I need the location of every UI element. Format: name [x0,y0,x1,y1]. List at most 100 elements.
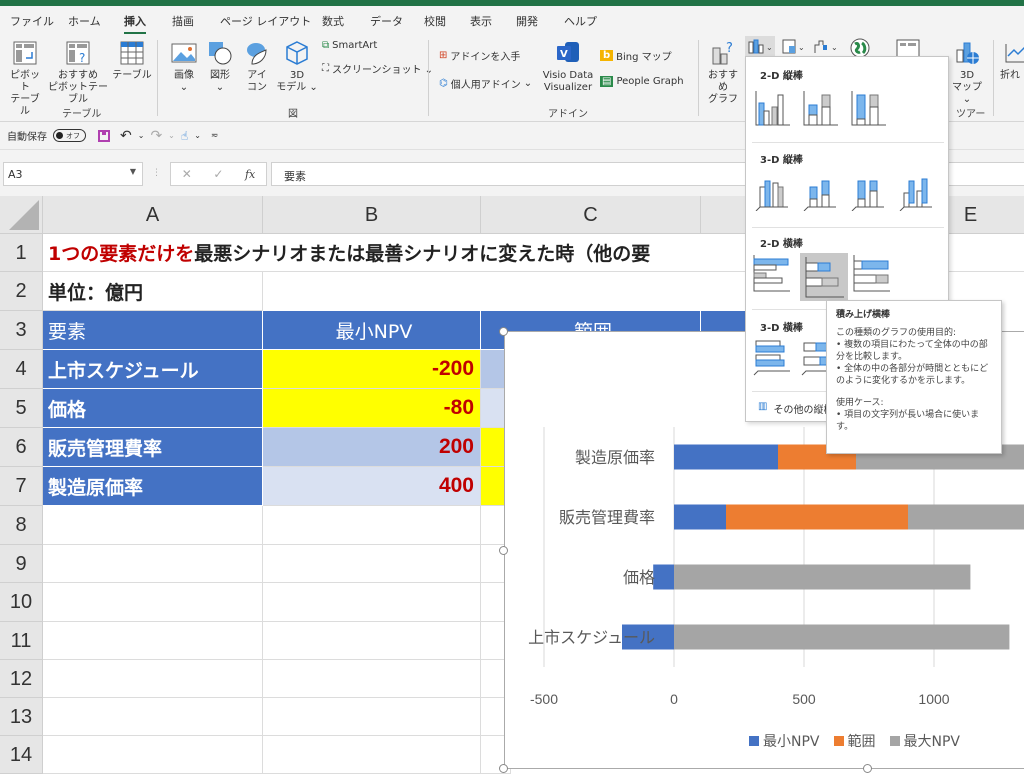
factor-cell[interactable]: 販売管理費率 [43,428,263,467]
row-header-12[interactable]: 12 [0,660,43,698]
min-npv-cell[interactable]: 400 [263,467,481,506]
empty-cell[interactable] [43,660,263,698]
3d-column-option[interactable] [896,171,936,212]
save-icon[interactable] [98,129,110,142]
line-sparkline-button[interactable]: 折れ [1000,40,1024,82]
image-button[interactable]: 画像 ⌄ [168,40,200,94]
min-npv-cell[interactable]: -200 [263,350,481,389]
chevron-down-icon[interactable]: ▼ [130,167,136,176]
empty-cell[interactable] [43,506,263,545]
tab-7[interactable]: 校閲 [424,13,446,29]
chart-resize-handle[interactable] [499,546,508,555]
empty-cell[interactable] [263,545,481,583]
row-header-4[interactable]: 4 [0,350,43,389]
tab-0[interactable]: ファイル [10,13,54,29]
cell-B3[interactable]: 最小NPV [263,311,481,350]
visio-button[interactable]: V Visio Data Visualizer [540,40,596,94]
my-addins-button[interactable]: ⌬ 個人用アドイン ⌄ [439,76,532,91]
3d-stacked-column-option[interactable] [800,171,840,212]
smartart-button[interactable]: ⧉ SmartArt [322,40,377,51]
pivot-table-button[interactable]: ピボット テーブル [6,40,44,118]
clustered-bar-option[interactable] [752,253,792,293]
customize-qat-icon[interactable]: ≂ [211,131,219,141]
factor-cell[interactable]: 価格 [43,389,263,428]
tab-8[interactable]: 表示 [470,13,492,29]
waterfall-chart-button[interactable]: ⌄ [812,36,840,56]
row-header-7[interactable]: 7 [0,467,43,506]
row-header-5[interactable]: 5 [0,389,43,428]
3d-models-button[interactable]: 3D モデル ⌄ [276,40,318,94]
empty-cell[interactable] [263,660,481,698]
row-header-3[interactable]: 3 [0,311,43,350]
empty-cell[interactable] [43,545,263,583]
formula-bar-grip-icon[interactable]: ⋮ [152,168,161,178]
100-stacked-bar-option[interactable] [852,253,892,293]
tab-4[interactable]: ページ レイアウト [220,13,311,29]
factor-cell[interactable]: 製造原価率 [43,467,263,506]
stacked-column-option[interactable] [800,87,840,127]
tab-9[interactable]: 開発 [516,13,538,29]
row-header-13[interactable]: 13 [0,698,43,736]
chart-resize-handle[interactable] [499,327,508,336]
tab-1[interactable]: ホーム [68,13,101,29]
factor-cell[interactable]: 上市スケジュール [43,350,263,389]
cell-A3[interactable]: 要素 [43,311,263,350]
column-header-A[interactable]: A [43,196,263,234]
empty-cell[interactable] [43,698,263,736]
tab-6[interactable]: データ [370,13,403,29]
screenshot-button[interactable]: ⛶ スクリーンショット ⌄ [322,61,433,76]
select-all-button[interactable] [0,196,43,234]
min-npv-cell[interactable]: 200 [263,428,481,467]
table-button[interactable]: テーブル [112,40,152,82]
chart-resize-handle[interactable] [863,764,872,773]
bing-maps-button[interactable]: b Bing マップ [600,48,672,63]
tab-3[interactable]: 描画 [172,13,194,29]
empty-cell[interactable] [263,736,481,774]
row-header-14[interactable]: 14 [0,736,43,774]
autosave-toggle[interactable]: オフ [53,129,86,142]
chart-resize-handle[interactable] [499,764,508,773]
empty-cell[interactable] [263,622,481,660]
row-header-8[interactable]: 8 [0,506,43,545]
row-header-1[interactable]: 1 [0,234,43,272]
undo-icon[interactable]: ↶ [120,128,132,144]
empty-cell[interactable] [43,622,263,660]
chevron-down-icon[interactable]: ⌄ [138,131,145,140]
row-header-2[interactable]: 2 [0,272,43,311]
shapes-button[interactable]: 図形 ⌄ [204,40,236,94]
empty-cell[interactable] [263,506,481,545]
hierarchy-chart-button[interactable]: ⌄ [780,36,806,56]
icons-button[interactable]: アイ コン [242,40,272,94]
tab-10[interactable]: ヘルプ [564,13,597,29]
empty-cell[interactable] [263,698,481,736]
empty-cell[interactable] [43,583,263,622]
100-stacked-column-option[interactable] [848,87,888,127]
cancel-icon[interactable]: ✕ [182,167,192,181]
stacked-bar-option[interactable] [800,253,848,301]
row-header-10[interactable]: 10 [0,583,43,622]
row-header-6[interactable]: 6 [0,428,43,467]
tab-2[interactable]: 挿入 [124,13,146,35]
3d-100-stacked-column-option[interactable] [848,171,888,212]
3d-clustered-bar-option[interactable] [752,337,792,377]
column-header-C[interactable]: C [481,196,701,234]
column-chart-button[interactable]: ⌄ [745,36,775,56]
redo-icon[interactable]: ↷ [150,128,162,144]
get-addins-button[interactable]: ⊞ アドインを入手 [439,48,520,63]
people-graph-button[interactable]: ▤ People Graph [600,76,684,87]
3d-clustered-column-option[interactable] [752,171,792,212]
chevron-down-icon[interactable]: ⌄ [168,131,175,140]
recommended-charts-button[interactable]: ? おすすめ グラフ [704,40,742,106]
chevron-down-icon[interactable]: ⌄ [194,131,201,140]
tab-5[interactable]: 数式 [322,13,344,29]
insert-function-icon[interactable]: fx [245,168,255,181]
3d-map-button[interactable]: 3D マップ ⌄ [952,40,982,106]
column-header-B[interactable]: B [263,196,481,234]
clustered-column-option[interactable] [752,87,792,127]
empty-cell[interactable] [43,736,263,774]
recommended-pivot-button[interactable]: ? おすすめ ピボットテーブル [46,40,110,106]
empty-cell[interactable] [263,583,481,622]
min-npv-cell[interactable]: -80 [263,389,481,428]
name-box[interactable]: A3 ▼ [3,162,143,186]
cell-A2[interactable]: 単位：億円 [43,272,263,311]
